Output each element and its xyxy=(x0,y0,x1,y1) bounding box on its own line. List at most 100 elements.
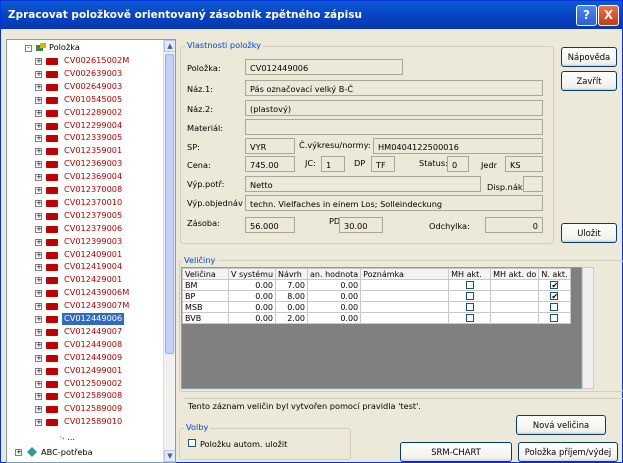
expand-icon[interactable]: + xyxy=(35,406,42,414)
table-cell-name[interactable]: BM xyxy=(182,279,229,291)
column-header[interactable]: Poznámka xyxy=(360,268,450,280)
nova-velicina-button[interactable]: Nová veličina xyxy=(516,415,606,435)
expand-icon[interactable]: + xyxy=(35,135,42,143)
table-cell-name[interactable]: BP xyxy=(182,290,229,302)
scroll-down-icon[interactable]: ▼ xyxy=(164,450,175,462)
polozka-prijem-button[interactable]: Položka příjem/výdej xyxy=(518,442,618,462)
table-cell-name[interactable]: BVB xyxy=(182,312,229,324)
tree-item[interactable]: + CV012449006 xyxy=(7,313,165,325)
expand-icon[interactable]: + xyxy=(35,303,42,311)
expand-icon[interactable]: + xyxy=(35,341,42,349)
table-cell-mh-do[interactable] xyxy=(490,290,540,302)
expand-icon[interactable]: + xyxy=(35,264,42,272)
tree-item[interactable]: + CV012449009 xyxy=(7,352,165,364)
tree-item[interactable]: + CV012359001 xyxy=(7,145,165,157)
tree-item[interactable]: + CV012589008 xyxy=(7,390,165,402)
collapse-icon[interactable]: - xyxy=(25,45,32,52)
column-header[interactable]: N. akt. xyxy=(538,268,571,280)
expand-icon[interactable]: + xyxy=(35,380,42,388)
expand-icon[interactable]: + xyxy=(35,316,42,323)
expand-icon[interactable]: + xyxy=(15,449,22,456)
expand-icon[interactable]: + xyxy=(35,161,42,169)
table-cell-poznamka[interactable] xyxy=(360,312,450,324)
grid-scrollbar[interactable] xyxy=(582,267,594,389)
table-cell-mh-do[interactable] xyxy=(490,312,540,324)
table-checkbox[interactable] xyxy=(465,314,474,322)
scroll-up-icon[interactable]: ▲ xyxy=(164,40,175,52)
scroll-thumb[interactable] xyxy=(165,54,174,354)
table-checkbox[interactable]: ✔ xyxy=(550,281,559,290)
expand-icon[interactable]: + xyxy=(35,251,42,259)
expand-icon[interactable]: + xyxy=(35,109,42,117)
table-row[interactable]: BVB 0.00 2.00 0.00 xyxy=(182,312,571,324)
table-cell-navrh[interactable]: 0.00 xyxy=(275,301,309,313)
table-cell-system[interactable]: 0.00 xyxy=(227,290,277,302)
table-checkbox[interactable]: ✔ xyxy=(550,292,559,301)
zavrit-button[interactable]: Zavřít xyxy=(561,71,617,91)
table-row[interactable]: BM 0.00 7.00 0.00 ✔ xyxy=(182,279,571,291)
close-button[interactable]: X xyxy=(598,5,619,26)
expand-icon[interactable]: + xyxy=(35,238,42,246)
tree-item[interactable]: + CV012370008 xyxy=(7,184,165,196)
column-header[interactable]: MH akt. do xyxy=(490,268,540,280)
tree-item[interactable]: + CV012439007M xyxy=(7,300,165,312)
table-cell-navrh[interactable]: 8.00 xyxy=(275,290,309,302)
tree-item[interactable]: + CV012339005 xyxy=(7,132,165,144)
table-cell-hodnota[interactable]: 0.00 xyxy=(307,301,362,313)
expand-icon[interactable]: + xyxy=(35,70,42,78)
tree-item[interactable]: + CV012379005 xyxy=(7,210,165,222)
tree-item[interactable]: + CV002639003 xyxy=(7,68,165,80)
table-cell-hodnota[interactable]: 0.00 xyxy=(307,312,362,324)
table-row[interactable]: MSB 0.00 0.00 0.00 xyxy=(182,301,571,313)
table-row[interactable]: BP 0.00 8.00 0.00 ✔ xyxy=(182,290,571,302)
tree-item[interactable]: + CV012399003 xyxy=(7,236,165,248)
table-cell-poznamka[interactable] xyxy=(360,290,450,302)
expand-icon[interactable]: + xyxy=(35,174,42,182)
table-cell-system[interactable]: 0.00 xyxy=(227,279,277,291)
tree-item[interactable]: + CV012419004 xyxy=(7,261,165,273)
expand-icon[interactable]: + xyxy=(35,58,42,65)
expand-icon[interactable]: + xyxy=(35,277,42,285)
column-header[interactable]: V systému xyxy=(227,268,277,280)
tree-abc-label[interactable]: ABC-potřeba xyxy=(41,447,93,459)
table-cell-system[interactable]: 0.00 xyxy=(227,301,277,313)
item-tree[interactable]: - Položka + CV002615002M + CV002639003 + CV00… xyxy=(6,39,176,463)
table-cell-poznamka[interactable] xyxy=(360,301,450,313)
veliciny-grid[interactable]: Veličina V systému Návrh an. hodnota Poznámk… xyxy=(181,267,582,389)
table-cell-hodnota[interactable]: 0.00 xyxy=(307,279,362,291)
table-cell-navrh[interactable]: 7.00 xyxy=(275,279,309,291)
tree-item[interactable]: + CV012429001 xyxy=(7,274,165,286)
tree-item[interactable]: + CV002615002M xyxy=(7,55,165,67)
tree-item[interactable]: + CV012369003 xyxy=(7,158,165,170)
expand-icon[interactable]: + xyxy=(35,212,42,220)
tree-item[interactable]: + CV012289002 xyxy=(7,107,165,119)
help-button[interactable]: ? xyxy=(576,5,597,26)
tree-item[interactable]: + CV012449007 xyxy=(7,326,165,338)
autosave-checkbox[interactable] xyxy=(188,439,196,447)
tree-item[interactable]: + CV012499001 xyxy=(7,365,165,377)
table-cell-mh-do[interactable] xyxy=(490,279,540,291)
expand-icon[interactable]: + xyxy=(35,83,42,91)
expand-icon[interactable]: + xyxy=(35,393,42,401)
table-checkbox[interactable] xyxy=(465,292,474,300)
table-cell-mh-do[interactable] xyxy=(490,301,540,313)
tree-item[interactable]: + CV010545005 xyxy=(7,94,165,106)
tree-item[interactable]: + CV012379006 xyxy=(7,223,165,235)
napoveda-button[interactable]: Nápověda xyxy=(561,47,617,67)
expand-icon[interactable]: + xyxy=(35,367,42,375)
tree-scrollbar[interactable]: ▲ ▼ xyxy=(163,40,175,462)
column-header[interactable]: Návrh xyxy=(275,268,309,280)
table-cell-poznamka[interactable] xyxy=(360,279,450,291)
tree-item[interactable]: + CV012369004 xyxy=(7,171,165,183)
table-checkbox[interactable] xyxy=(550,303,559,311)
expand-icon[interactable]: + xyxy=(35,199,42,207)
tree-item[interactable]: + CV012439006M xyxy=(7,287,165,299)
tree-item[interactable]: + CV012589009 xyxy=(7,403,165,415)
expand-icon[interactable]: + xyxy=(35,148,42,156)
srm-chart-button[interactable]: SRM-CHART xyxy=(400,442,512,462)
tree-item[interactable]: + CV002649003 xyxy=(7,81,165,93)
table-cell-name[interactable]: MSB xyxy=(182,301,229,313)
tree-item[interactable]: + CV012299004 xyxy=(7,120,165,132)
tree-item[interactable]: + CV012449008 xyxy=(7,339,165,351)
expand-icon[interactable]: + xyxy=(35,225,42,233)
